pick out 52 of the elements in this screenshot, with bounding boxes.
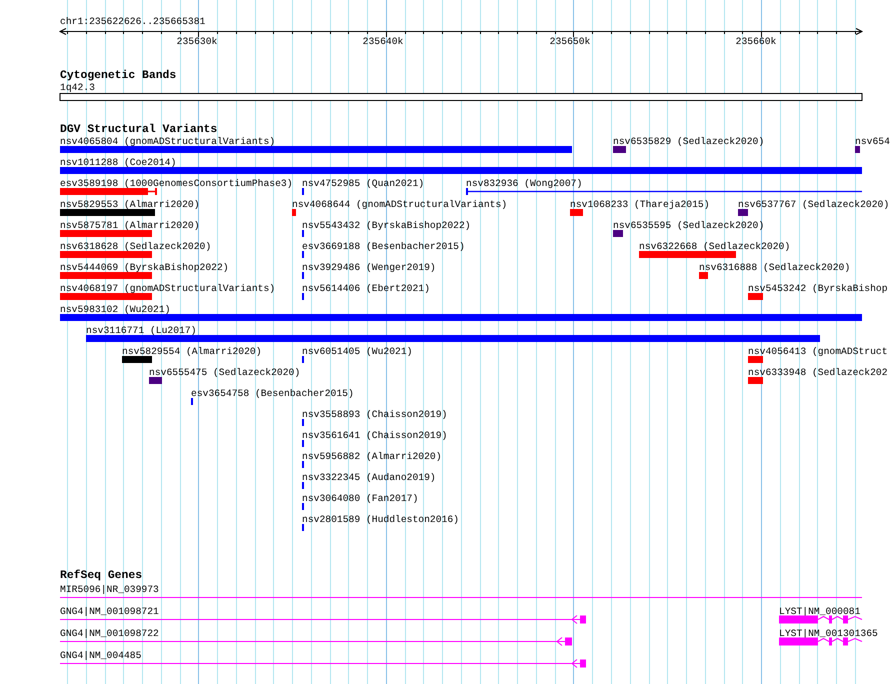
variant-label: nsv5875781 (Almarri2020) [60,220,200,231]
variant-label: nsv6535829 (Sedlazeck2020) [613,136,764,147]
gene-label: LYST|NM_001301365 [779,628,878,639]
tick-label: 235650k [550,36,590,47]
variant-label: esv3589198 (1000GenomesConsortiumPhase3) [60,178,293,189]
gene-label: LYST|NM_000081 [779,606,860,617]
variant-label: esv3654758 (Besenbacher2015) [191,388,354,399]
variant-label: nsv6316888 (Sedlazeck2020) [699,262,850,273]
variant-label: nsv4065804 (gnomADStructuralVariants) [60,136,276,147]
track-title: Cytogenetic Bands [60,70,176,82]
variant-label: nsv2801589 (Huddleston2016) [302,514,459,525]
variant-label: nsv3929486 (Wenger2019) [302,262,436,273]
variant-label: nsv5444069 (ByrskaBishop2022) [60,262,229,273]
variant-label: nsv4056413 (gnomADStruct [748,346,888,357]
variant-label: nsv4068197 (gnomADStructuralVariants) [60,283,276,294]
variant-label: nsv5829553 (Almarri2020) [60,199,200,210]
gene-label: GNG4|NM_004485 [60,650,142,661]
variant-label: nsv5543432 (ByrskaBishop2022) [302,220,471,231]
variant-label: nsv832936 (Wong2007) [466,178,582,189]
variant-label: nsv5829554 (Almarri2020) [122,346,262,357]
track-title: DGV Structural Variants [60,124,218,136]
variant-label: nsv4068644 (gnomADStructuralVariants) [292,199,508,210]
variant-label: nsv3064080 (Fan2017) [302,493,418,504]
tick-label: 235630k [176,36,218,47]
variant-label: nsv3558893 (Chaisson2019) [302,409,448,420]
variant-label: nsv654 [855,136,890,147]
variant-label: nsv6318628 (Sedlazeck2020) [60,241,212,252]
band-label: 1q42.3 [60,82,95,93]
variant-label: nsv3322345 (Audano2019) [302,472,436,483]
gene-label: MIR5096|NR_039973 [60,584,159,595]
track-title: RefSeq Genes [60,570,142,582]
variant-label: nsv3116771 (Lu2017) [86,325,196,336]
variant-label: nsv1011288 (Coe2014) [60,157,176,168]
variant-label: nsv6333948 (Sedlazeck202 [748,367,888,378]
location-label: chr1:235622626..235665381 [60,16,206,27]
variant-label: nsv5956882 (Almarri2020) [302,451,442,462]
variant-label: nsv6322668 (Sedlazeck2020) [639,241,790,252]
variant-label: nsv6537767 (Sedlazeck2020) [738,199,890,210]
tick-label: 235660k [736,36,776,47]
variant-label: nsv5453242 (ByrskaBishop [748,283,888,294]
variant-label: nsv6535595 (Sedlazeck2020) [613,220,764,231]
variant-label: nsv1068233 (Thareja2015) [570,199,710,210]
gene-label: GNG4|NM_001098722 [60,628,159,639]
tick-label: 235640k [362,36,404,47]
variant-label: nsv5983102 (Wu2021) [60,304,170,315]
variant-label: nsv4752985 (Quan2021) [302,178,424,189]
variant-label: nsv5614406 (Ebert2021) [302,283,430,294]
gene-label: GNG4|NM_001098721 [60,606,159,617]
variant-label: nsv3561641 (Chaisson2019) [302,430,448,441]
variant-label: nsv6051405 (Wu2021) [302,346,412,357]
variant-label: esv3669188 (Besenbacher2015) [302,241,465,252]
variant-label: nsv6555475 (Sedlazeck2020) [149,367,300,378]
